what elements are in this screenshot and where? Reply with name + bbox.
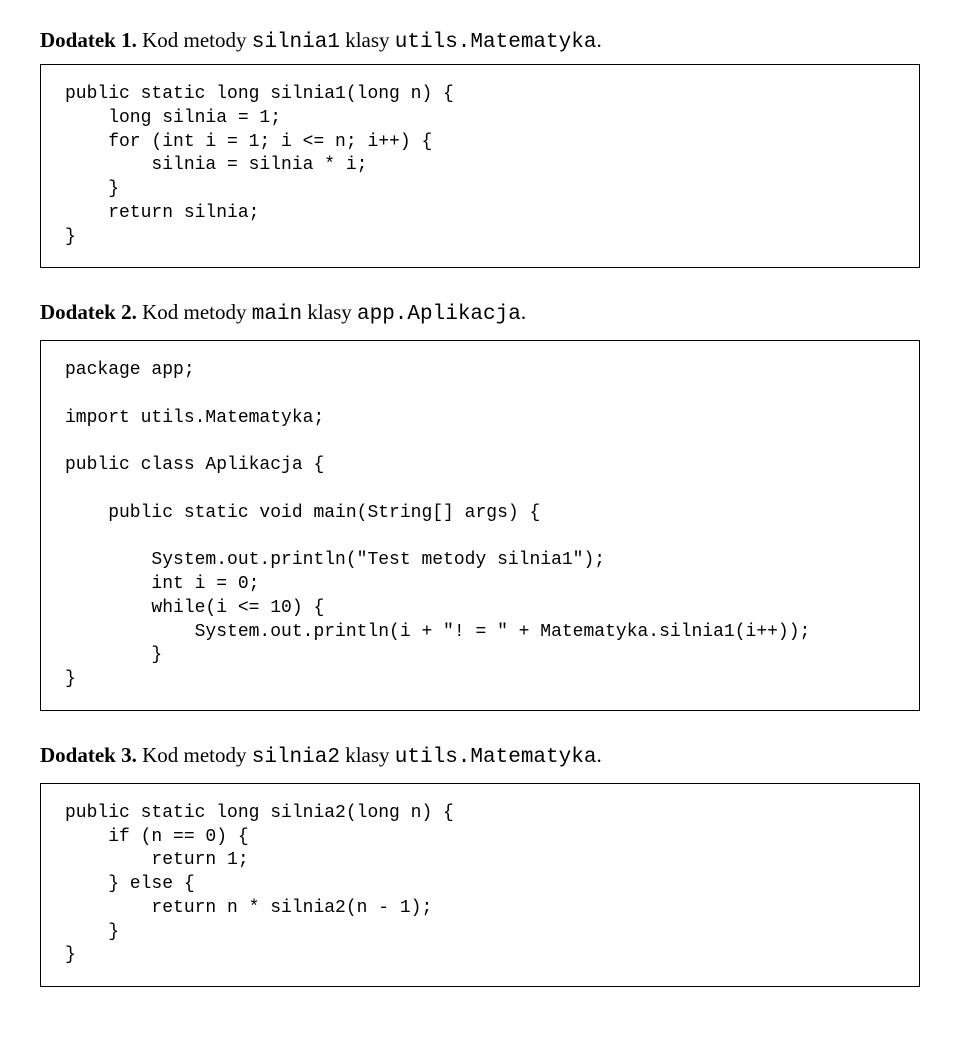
section-heading-3: Dodatek 3. Kod metody silnia2 klasy util… [40, 743, 920, 769]
heading-bold: Dodatek 1. [40, 28, 137, 52]
heading-code-1: silnia1 [252, 31, 340, 54]
heading-bold: Dodatek 2. [40, 300, 137, 324]
section-heading-1: Dodatek 1. Kod metody silnia1 klasy util… [40, 28, 920, 54]
heading-text: Kod metody [137, 743, 252, 767]
heading-code-1: main [252, 303, 302, 326]
code-block-2: package app; import utils.Matematyka; pu… [40, 340, 920, 711]
heading-bold: Dodatek 3. [40, 743, 137, 767]
heading-text: . [596, 743, 601, 767]
heading-text: . [596, 28, 601, 52]
heading-code-2: utils.Matematyka [395, 31, 597, 54]
heading-code-2: utils.Matematyka [395, 746, 597, 769]
heading-code-2: app.Aplikacja [357, 303, 521, 326]
heading-text: klasy [302, 300, 357, 324]
heading-text: . [521, 300, 526, 324]
code-block-1: public static long silnia1(long n) { lon… [40, 64, 920, 268]
heading-code-1: silnia2 [252, 746, 340, 769]
heading-text: klasy [340, 28, 395, 52]
code-block-3: public static long silnia2(long n) { if … [40, 783, 920, 987]
heading-text: Kod metody [137, 300, 252, 324]
heading-text: Kod metody [137, 28, 252, 52]
heading-text: klasy [340, 743, 395, 767]
section-heading-2: Dodatek 2. Kod metody main klasy app.Apl… [40, 300, 920, 326]
